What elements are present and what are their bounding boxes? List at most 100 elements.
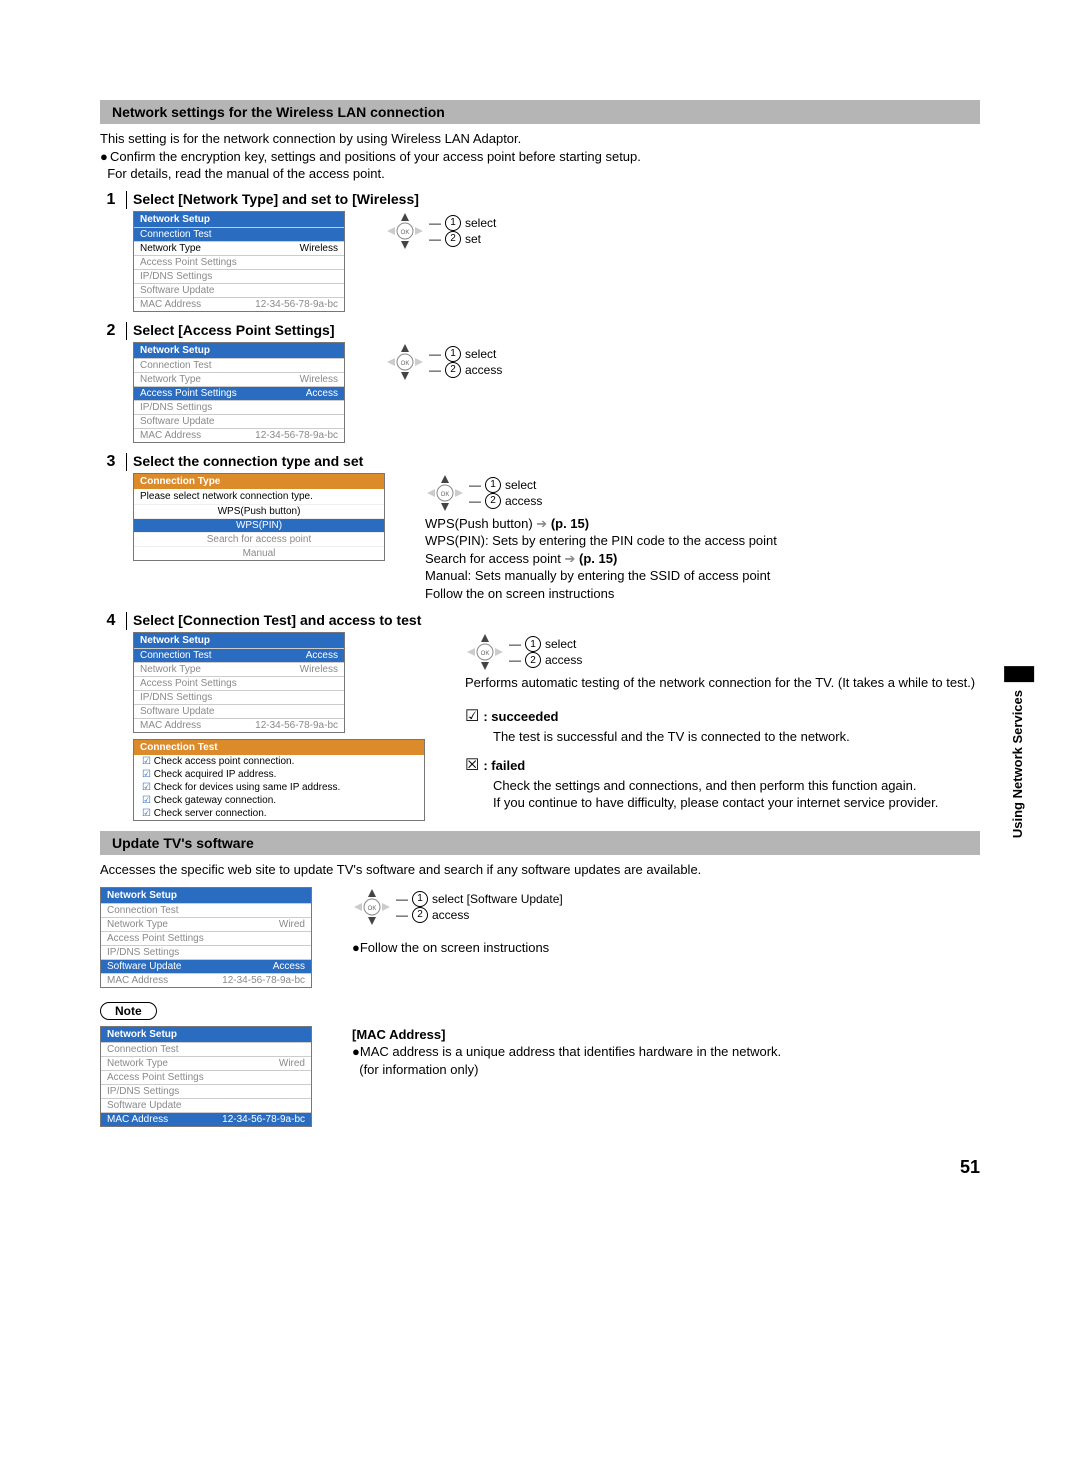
manual-desc: Manual: Sets manually by entering the SS… <box>425 567 777 585</box>
svg-text:OK: OK <box>368 906 377 912</box>
step-4: 4 Select [Connection Test] and access to… <box>100 612 980 821</box>
succeeded-block: : succeeded The test is successful and t… <box>465 706 975 745</box>
connection-test-dialog: Connection Test Check access point conne… <box>133 739 425 821</box>
menu-item-network-type: Network TypeWired <box>101 1056 311 1070</box>
failed-text1: Check the settings and connections, and … <box>493 777 975 795</box>
step-title: Select [Network Type] and set to [Wirele… <box>133 191 980 207</box>
check-icon <box>465 709 483 724</box>
dpad-icon: OK <box>385 211 425 251</box>
bullet-icon: ● <box>352 940 360 955</box>
menu-item-ipdns: IP/DNS Settings <box>134 269 344 283</box>
menu-network-setup: Network Setup Connection Test Network Ty… <box>133 211 345 312</box>
step-1: 1 Select [Network Type] and set to [Wire… <box>100 191 980 312</box>
failed-block: : failed Check the settings and connecti… <box>465 755 975 812</box>
intro-text: This setting is for the network connecti… <box>100 130 980 183</box>
menu-item-mac: MAC Address12-34-56-78-9a-bc <box>134 297 344 311</box>
nav-select: select <box>465 216 496 230</box>
intro-line3: For details, read the manual of the acce… <box>107 166 385 181</box>
menu-item-network-type: Network TypeWireless <box>134 662 344 676</box>
menu-item-software-update: Software Update <box>101 1098 311 1112</box>
circled-2-icon: 2 <box>412 907 428 923</box>
menu-item-network-type: Network TypeWireless <box>134 241 344 255</box>
bullet-icon: ● <box>100 148 110 166</box>
menu-network-setup: Network Setup Connection Test Network Ty… <box>100 887 312 988</box>
circled-1-icon: 1 <box>445 215 461 231</box>
menu-title: Network Setup <box>134 212 344 227</box>
menu-item-ipdns: IP/DNS Settings <box>134 400 344 414</box>
nav-select: select <box>545 637 576 651</box>
menu-title: Network Setup <box>134 343 344 358</box>
nav-access: access <box>465 363 502 377</box>
nav-annotation: OK —1select [Software Update] —2access ●… <box>352 887 563 957</box>
circled-2-icon: 2 <box>445 231 461 247</box>
nav-annotation: OK —1select —2access WPS(Push button) ➔ … <box>425 473 777 603</box>
cross-icon <box>465 758 483 773</box>
dialog-prompt: Please select network connection type. <box>134 489 384 504</box>
mac-note: [MAC Address] ●MAC address is a unique a… <box>352 1026 781 1079</box>
menu-item-mac: MAC Address12-34-56-78-9a-bc <box>101 1112 311 1126</box>
succeeded-label: : succeeded <box>483 709 558 724</box>
option-manual: Manual <box>134 546 384 560</box>
step-2: 2 Select [Access Point Settings] Network… <box>100 322 980 443</box>
menu-item-access-point: Access Point Settings <box>134 255 344 269</box>
menu-network-setup: Network Setup Connection TestAccess Netw… <box>133 632 345 733</box>
mac-heading: [MAC Address] <box>352 1026 781 1044</box>
wps-push-label: WPS(Push button) <box>425 516 533 531</box>
arrow-icon: ➔ <box>536 516 547 531</box>
menu-title: Network Setup <box>134 633 344 648</box>
svg-text:OK: OK <box>441 492 450 498</box>
arrow-icon: ➔ <box>564 551 575 566</box>
option-wps-pin: WPS(PIN) <box>134 518 384 532</box>
svg-text:OK: OK <box>401 230 410 236</box>
svg-text:OK: OK <box>481 651 490 657</box>
circled-2-icon: 2 <box>445 362 461 378</box>
menu-item-connection-test: Connection Test <box>101 903 311 917</box>
page-ref: (p. 15) <box>551 516 589 531</box>
search-ap-label: Search for access point <box>425 551 561 566</box>
menu-item-network-type: Network TypeWired <box>101 917 311 931</box>
step-number: 2 <box>100 322 127 340</box>
test-line: Check for devices using same IP address. <box>134 781 424 794</box>
dpad-icon: OK <box>425 473 465 513</box>
circled-1-icon: 1 <box>485 477 501 493</box>
dpad-icon: OK <box>352 887 392 927</box>
nav-select-sw: select [Software Update] <box>432 892 563 906</box>
dialog-title: Connection Type <box>134 474 384 489</box>
update-intro: Accesses the specific web site to update… <box>100 861 980 879</box>
mac-line1: MAC address is a unique address that ide… <box>360 1044 781 1059</box>
option-wps-push: WPS(Push button) <box>134 504 384 518</box>
section-header-network: Network settings for the Wireless LAN co… <box>100 100 980 124</box>
note-pill: Note <box>100 1002 157 1020</box>
menu-item-connection-test: Connection Test <box>134 358 344 372</box>
menu-item-connection-test: Connection Test <box>134 227 344 241</box>
menu-item-ipdns: IP/DNS Settings <box>134 690 344 704</box>
nav-annotation: OK —1select —2access Performs automatic … <box>465 632 975 811</box>
menu-item-access-point: Access Point Settings <box>134 676 344 690</box>
page-ref: (p. 15) <box>579 551 617 566</box>
step4-explanation: Performs automatic testing of the networ… <box>465 674 975 692</box>
connection-type-dialog: Connection Type Please select network co… <box>133 473 385 561</box>
intro-line2: Confirm the encryption key, settings and… <box>110 149 641 164</box>
menu-item-mac: MAC Address12-34-56-78-9a-bc <box>101 973 311 987</box>
follow-instructions: Follow the on screen instructions <box>425 585 777 603</box>
nav-select: select <box>505 478 536 492</box>
circled-2-icon: 2 <box>485 493 501 509</box>
step-number: 3 <box>100 453 127 471</box>
circled-1-icon: 1 <box>525 636 541 652</box>
menu-item-software-update: Software Update <box>134 704 344 718</box>
menu-item-access-point: Access Point Settings <box>101 931 311 945</box>
circled-2-icon: 2 <box>525 652 541 668</box>
wps-pin-desc: WPS(PIN): Sets by entering the PIN code … <box>425 532 777 550</box>
test-line: Check acquired IP address. <box>134 768 424 781</box>
bullet-icon: ● <box>352 1044 360 1059</box>
dialog-title: Connection Test <box>134 740 424 755</box>
succeeded-text: The test is successful and the TV is con… <box>493 728 975 746</box>
failed-text2: If you continue to have difficulty, plea… <box>493 794 975 812</box>
menu-item-mac: MAC Address12-34-56-78-9a-bc <box>134 428 344 442</box>
nav-set: set <box>465 232 481 246</box>
menu-title: Network Setup <box>101 888 311 903</box>
test-line: Check server connection. <box>134 807 424 820</box>
dpad-icon: OK <box>385 342 425 382</box>
menu-item-network-type: Network TypeWireless <box>134 372 344 386</box>
menu-item-software-update: Software UpdateAccess <box>101 959 311 973</box>
